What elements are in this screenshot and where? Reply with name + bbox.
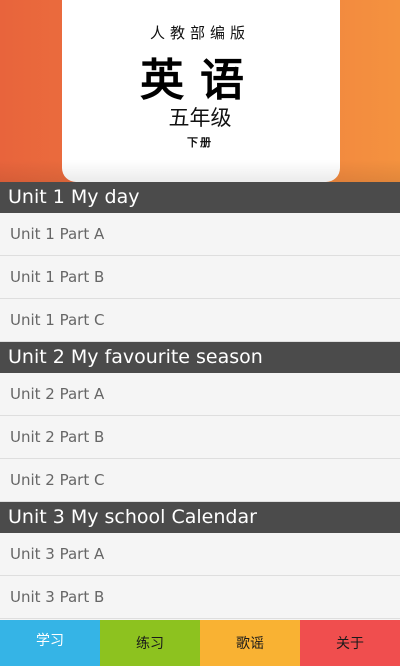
tab-songs[interactable]: 歌谣 (200, 620, 300, 666)
book-cover-banner: 人教部编版 英语 五年级 下册 (0, 0, 400, 182)
lesson-item[interactable]: Unit 2 Part A (0, 373, 400, 416)
tab-study[interactable]: 学习 (0, 620, 100, 666)
tab-practice[interactable]: 练习 (100, 620, 200, 666)
lesson-item[interactable]: Unit 3 Part B (0, 576, 400, 619)
lesson-item[interactable]: Unit 2 Part B (0, 416, 400, 459)
unit-header: Unit 1 My day (0, 182, 400, 213)
unit-header: Unit 2 My favourite season (0, 342, 400, 373)
bottom-tab-bar: 学习 练习 歌谣 关于 (0, 620, 400, 666)
lesson-item[interactable]: Unit 1 Part B (0, 256, 400, 299)
lesson-item[interactable]: Unit 1 Part A (0, 213, 400, 256)
cover-shadow (0, 160, 400, 182)
grade-label: 五年级 (168, 106, 232, 130)
publisher-label: 人教部编版 (149, 24, 250, 42)
subject-title: 英语 (140, 55, 260, 106)
lesson-item[interactable]: Unit 2 Part C (0, 459, 400, 502)
unit-header: Unit 3 My school Calendar (0, 502, 400, 533)
lesson-item[interactable]: Unit 1 Part C (0, 299, 400, 342)
lesson-list[interactable]: Unit 1 My day Unit 1 Part A Unit 1 Part … (0, 182, 400, 620)
volume-label: 下册 (187, 136, 213, 149)
lesson-item[interactable]: Unit 3 Part A (0, 533, 400, 576)
tab-about[interactable]: 关于 (300, 620, 400, 666)
